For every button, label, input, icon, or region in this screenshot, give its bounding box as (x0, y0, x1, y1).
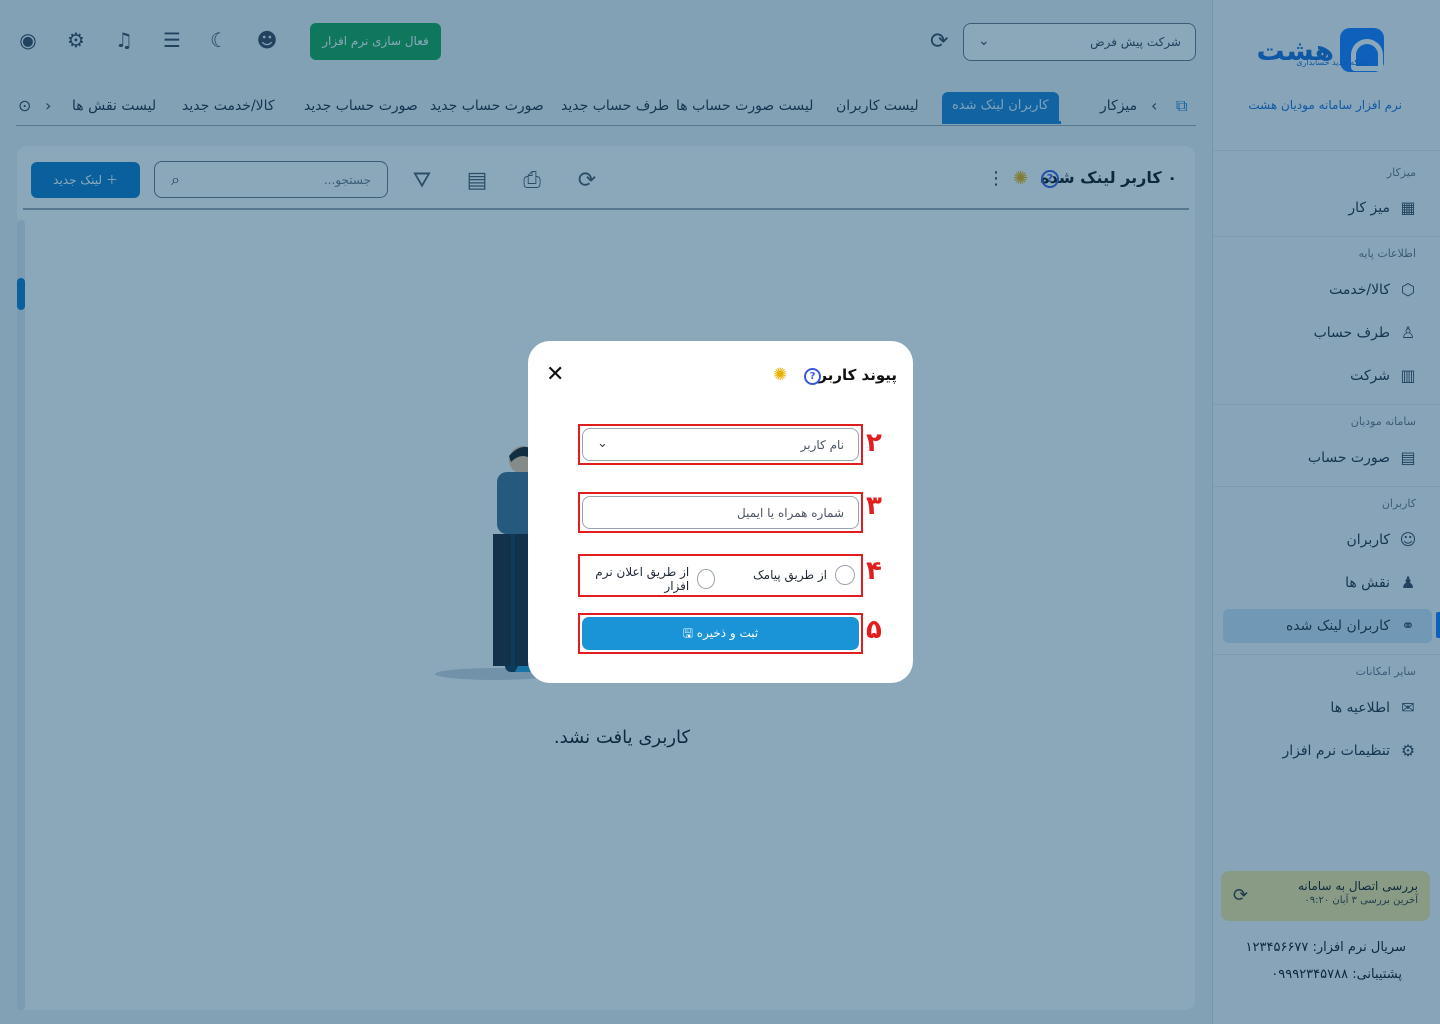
help-icon[interactable]: ? (804, 368, 821, 385)
radio-sms-label: از طریق پیامک (752, 568, 827, 582)
radio-app-notification[interactable]: از طریق اعلان نرم افزار (582, 565, 715, 593)
radio-notify-label: از طریق اعلان نرم افزار (595, 565, 690, 593)
radio-circle[interactable] (835, 565, 855, 585)
radio-sms[interactable]: از طریق پیامک (753, 565, 855, 585)
highlight-save: ثبت و ذخیره 🖫 (578, 613, 863, 654)
step-number: ۲ (866, 428, 882, 458)
link-user-modal: پیوند کاربر ? ✺ ✕ نام کاربر ⌄ ۲ شماره هم… (528, 341, 913, 683)
step-number: ۵ (866, 615, 882, 645)
floppy-icon: 🖫 (682, 626, 693, 640)
save-label: ثبت و ذخیره (696, 626, 759, 640)
username-select[interactable]: نام کاربر ⌄ (582, 428, 859, 461)
step-number: ۴ (866, 556, 882, 586)
contact-placeholder: شماره همراه یا ایمیل (737, 506, 844, 520)
close-icon[interactable]: ✕ (546, 363, 564, 387)
username-placeholder: نام کاربر (800, 438, 844, 452)
send-method-group: از طریق پیامک از طریق اعلان نرم افزار (582, 558, 859, 593)
save-button[interactable]: ثبت و ذخیره 🖫 (582, 617, 859, 650)
highlight-username: نام کاربر ⌄ (578, 424, 863, 465)
chevron-down-icon: ⌄ (597, 436, 608, 451)
contact-input[interactable]: شماره همراه یا ایمیل (582, 496, 859, 529)
highlight-method: از طریق پیامک از طریق اعلان نرم افزار (578, 554, 863, 597)
highlight-contact: شماره همراه یا ایمیل (578, 492, 863, 533)
modal-title: پیوند کاربر (818, 366, 897, 384)
radio-circle[interactable] (697, 569, 715, 589)
step-number: ۳ (866, 491, 882, 521)
lightbulb-icon[interactable]: ✺ (773, 365, 787, 385)
